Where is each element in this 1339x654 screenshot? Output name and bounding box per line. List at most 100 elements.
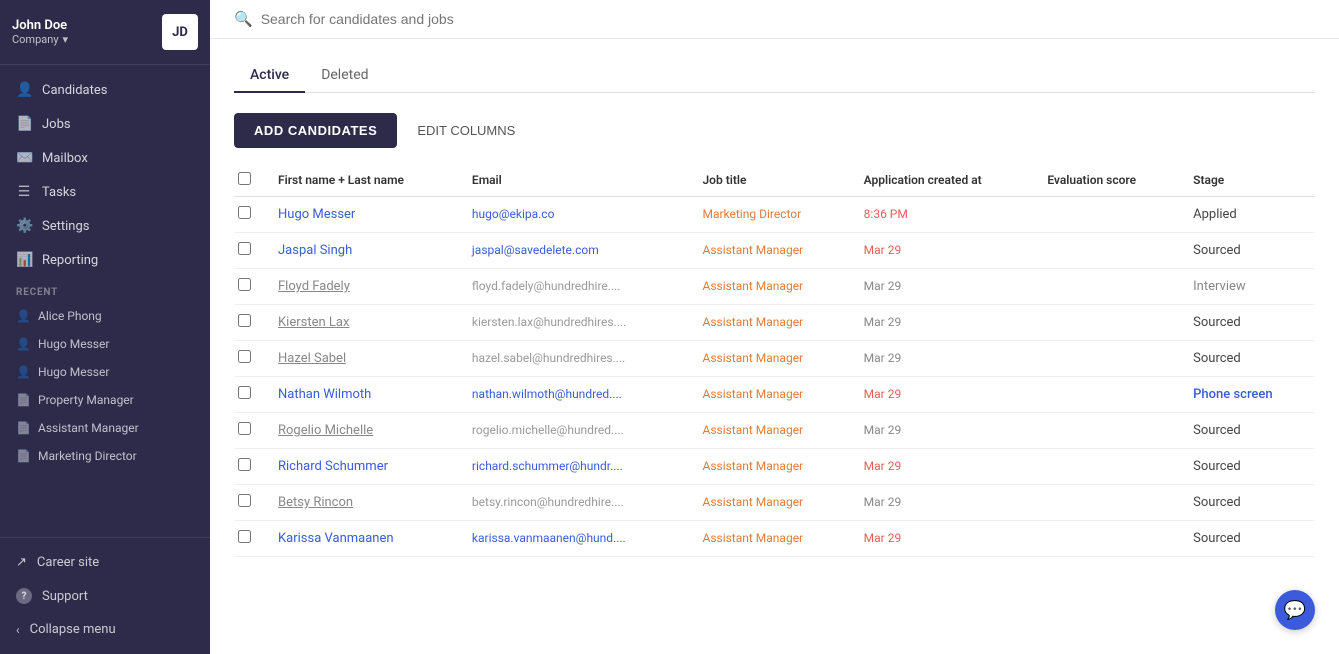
sidebar-item-tasks[interactable]: ☰ Tasks	[0, 175, 210, 209]
sidebar-header: John Doe Company ▾ JD	[0, 0, 210, 65]
row-select-checkbox[interactable]	[238, 422, 251, 435]
table-row: Hazel Sabel hazel.sabel@hundredhires....…	[234, 341, 1315, 377]
row-stage: Phone screen	[1181, 377, 1315, 413]
sidebar-item-reporting[interactable]: 📊 Reporting	[0, 243, 210, 277]
sidebar-item-label: Settings	[42, 219, 89, 234]
col-header-email: Email	[460, 164, 691, 197]
row-name[interactable]: Hazel Sabel	[266, 341, 460, 377]
chart-icon: 📊	[16, 252, 32, 268]
sidebar-item-collapse-menu[interactable]: ‹ Collapse menu	[0, 613, 210, 646]
candidate-name-link[interactable]: Kiersten Lax	[278, 315, 349, 330]
candidate-date: Mar 29	[864, 531, 902, 545]
candidate-email: rogelio.michelle@hundred....	[472, 423, 624, 437]
recent-item-hugo-messer-1[interactable]: 👤 Hugo Messer	[0, 330, 210, 358]
recent-item-label: Property Manager	[38, 393, 134, 407]
sidebar-item-jobs[interactable]: 📄 Jobs	[0, 107, 210, 141]
candidate-email: floyd.fadely@hundredhire....	[472, 279, 621, 293]
recent-item-label: Assistant Manager	[38, 421, 139, 435]
row-eval-score	[1035, 197, 1181, 233]
row-stage: Sourced	[1181, 305, 1315, 341]
sidebar-item-support[interactable]: ? Support	[0, 579, 210, 613]
row-select-checkbox[interactable]	[238, 314, 251, 327]
recent-item-hugo-messer-2[interactable]: 👤 Hugo Messer	[0, 358, 210, 386]
user-icon: 👤	[16, 365, 30, 379]
row-stage: Sourced	[1181, 413, 1315, 449]
table-row: Rogelio Michelle rogelio.michelle@hundre…	[234, 413, 1315, 449]
row-email: hugo@ekipa.co	[460, 197, 691, 233]
candidate-name-link[interactable]: Karissa Vanmaanen	[278, 531, 394, 546]
candidate-name-link[interactable]: Betsy Rincon	[278, 495, 353, 510]
row-stage: Sourced	[1181, 485, 1315, 521]
row-name[interactable]: Kiersten Lax	[266, 305, 460, 341]
recent-item-assistant-manager[interactable]: 📄 Assistant Manager	[0, 414, 210, 442]
support-icon: ?	[16, 588, 32, 604]
sidebar-item-candidates[interactable]: 👤 Candidates	[0, 73, 210, 107]
sidebar-item-career-site[interactable]: ↗ Career site	[0, 546, 210, 579]
row-select-checkbox[interactable]	[238, 386, 251, 399]
mail-icon: ✉️	[16, 150, 32, 166]
row-name[interactable]: Richard Schummer	[266, 449, 460, 485]
add-candidates-button[interactable]: ADD CANDIDATES	[234, 113, 397, 148]
row-select-checkbox[interactable]	[238, 494, 251, 507]
tab-deleted[interactable]: Deleted	[305, 59, 384, 93]
sidebar: John Doe Company ▾ JD 👤 Candidates 📄 Job…	[0, 0, 210, 654]
row-email: jaspal@savedelete.com	[460, 233, 691, 269]
chat-bubble[interactable]: 💬	[1275, 590, 1315, 630]
sidebar-item-label: Reporting	[42, 253, 98, 268]
candidate-date: Mar 29	[864, 351, 902, 365]
col-header-job-title: Job title	[690, 164, 851, 197]
candidate-name-link[interactable]: Hazel Sabel	[278, 351, 346, 366]
candidate-email: hazel.sabel@hundredhires....	[472, 351, 625, 365]
row-email: nathan.wilmoth@hundred....	[460, 377, 691, 413]
candidate-name-link[interactable]: Nathan Wilmoth	[278, 387, 371, 402]
row-created-at: Mar 29	[852, 449, 1036, 485]
candidate-name-link[interactable]: Hugo Messer	[278, 207, 355, 222]
search-input[interactable]	[261, 11, 1315, 27]
row-name[interactable]: Nathan Wilmoth	[266, 377, 460, 413]
row-name[interactable]: Floyd Fadely	[266, 269, 460, 305]
candidate-email: nathan.wilmoth@hundred....	[472, 387, 622, 401]
candidate-name-link[interactable]: Rogelio Michelle	[278, 423, 373, 438]
candidate-date: Mar 29	[864, 315, 902, 329]
document-icon: 📄	[16, 421, 30, 435]
candidate-date: Mar 29	[864, 495, 902, 509]
row-select-checkbox[interactable]	[238, 278, 251, 291]
row-checkbox-cell	[234, 485, 266, 521]
row-name[interactable]: Jaspal Singh	[266, 233, 460, 269]
content-area: Active Deleted ADD CANDIDATES EDIT COLUM…	[210, 39, 1339, 654]
sidebar-item-mailbox[interactable]: ✉️ Mailbox	[0, 141, 210, 175]
row-name[interactable]: Betsy Rincon	[266, 485, 460, 521]
edit-columns-button[interactable]: EDIT COLUMNS	[413, 113, 519, 148]
row-name[interactable]: Rogelio Michelle	[266, 413, 460, 449]
candidate-name-link[interactable]: Floyd Fadely	[278, 279, 350, 294]
chevron-left-icon: ‹	[16, 623, 20, 637]
candidate-job-title: Assistant Manager	[702, 459, 803, 473]
tab-active[interactable]: Active	[234, 59, 305, 93]
candidate-name-link[interactable]: Richard Schummer	[278, 459, 388, 474]
row-created-at: Mar 29	[852, 521, 1036, 557]
recent-item-alice-phong[interactable]: 👤 Alice Phong	[0, 302, 210, 330]
row-name[interactable]: Karissa Vanmaanen	[266, 521, 460, 557]
recent-section-label: RECENT	[0, 277, 210, 302]
user-icon: 👤	[16, 337, 30, 351]
candidate-name-link[interactable]: Jaspal Singh	[278, 243, 352, 258]
row-email: rogelio.michelle@hundred....	[460, 413, 691, 449]
candidate-stage: Sourced	[1193, 495, 1241, 510]
row-select-checkbox[interactable]	[238, 530, 251, 543]
row-email: karissa.vanmaanen@hund....	[460, 521, 691, 557]
candidate-job-title: Assistant Manager	[702, 423, 803, 437]
recent-item-property-manager[interactable]: 📄 Property Manager	[0, 386, 210, 414]
row-select-checkbox[interactable]	[238, 458, 251, 471]
recent-item-marketing-director[interactable]: 📄 Marketing Director	[0, 442, 210, 470]
row-job-title: Marketing Director	[690, 197, 851, 233]
sidebar-item-settings[interactable]: ⚙️ Settings	[0, 209, 210, 243]
row-select-checkbox[interactable]	[238, 242, 251, 255]
row-select-checkbox[interactable]	[238, 206, 251, 219]
candidate-date: Mar 29	[864, 243, 902, 257]
table-row: Karissa Vanmaanen karissa.vanmaanen@hund…	[234, 521, 1315, 557]
row-email: kiersten.lax@hundredhires....	[460, 305, 691, 341]
select-all-checkbox[interactable]	[238, 172, 251, 185]
row-name[interactable]: Hugo Messer	[266, 197, 460, 233]
row-select-checkbox[interactable]	[238, 350, 251, 363]
sidebar-item-label: Collapse menu	[30, 622, 116, 637]
